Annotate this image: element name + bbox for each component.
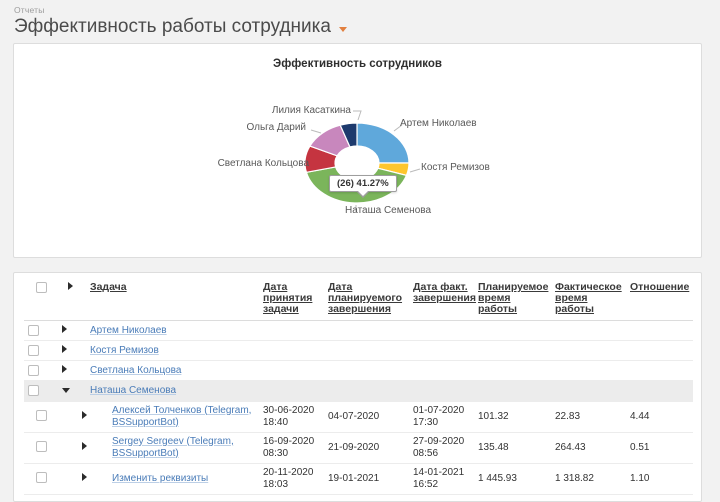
task-link[interactable]: Алексей Толченков (Telegram, BSSupportBo… xyxy=(112,405,251,428)
page-header: Отчеты Эффективность работы сотрудника xyxy=(0,0,720,44)
title-dropdown-caret-icon[interactable] xyxy=(339,27,347,32)
planned-end-date: 19-01-2021 xyxy=(328,473,405,485)
group-row-artem: Артем Николаев xyxy=(24,321,693,341)
chart-label-natasha: Наташа Семенова xyxy=(345,205,431,216)
accepted-date: 30-06-2020 xyxy=(263,405,320,417)
task-row: Sergey Sergeev (Telegram, BSSupportBot) … xyxy=(24,432,693,463)
header-task[interactable]: Задача xyxy=(86,273,259,321)
accepted-date: 16-09-2020 xyxy=(263,436,320,448)
actual-end-date: 27-09-2020 xyxy=(413,436,470,448)
planned-time-value: 1 445.93 xyxy=(474,463,551,494)
chart-title: Эффективность сотрудников xyxy=(14,58,701,70)
report-table: Задача Дата принятия задачи Дата планиру… xyxy=(24,273,693,495)
group-row-natasha-expanded: Наташа Семенова xyxy=(24,381,693,401)
row-checkbox[interactable] xyxy=(28,385,39,396)
employee-link[interactable]: Наташа Семенова xyxy=(90,385,176,396)
donut-chart[interactable] xyxy=(14,44,703,259)
header-actual-end-date[interactable]: Дата факт. завершения xyxy=(409,273,474,321)
row-checkbox[interactable] xyxy=(36,472,47,483)
planned-time-value: 135.48 xyxy=(474,432,551,463)
chart-label-svetlana: Светлана Кольцова xyxy=(218,158,309,169)
actual-time-value: 22.83 xyxy=(551,401,626,432)
actual-end-time: 16:52 xyxy=(413,479,470,491)
ratio-value: 1.10 xyxy=(626,463,693,494)
select-all-checkbox[interactable] xyxy=(36,282,47,293)
table-header-row: Задача Дата принятия задачи Дата планиру… xyxy=(24,273,693,321)
expand-arrow-icon[interactable] xyxy=(82,473,87,481)
header-accepted-date[interactable]: Дата принятия задачи xyxy=(259,273,324,321)
ratio-value: 0.51 xyxy=(626,432,693,463)
page-title: Эффективность работы сотрудника xyxy=(14,16,331,38)
expand-arrow-icon[interactable] xyxy=(62,325,67,333)
header-planned-time[interactable]: Планируемое время работы xyxy=(474,273,551,321)
accepted-time: 18:03 xyxy=(263,479,320,491)
group-row-kostya: Костя Ремизов xyxy=(24,341,693,361)
actual-end-date: 01-07-2020 xyxy=(413,405,470,417)
expand-arrow-icon[interactable] xyxy=(62,365,67,373)
employee-link[interactable]: Артем Николаев xyxy=(90,325,167,336)
accepted-time: 08:30 xyxy=(263,448,320,460)
task-row: Алексей Толченков (Telegram, BSSupportBo… xyxy=(24,401,693,432)
chart-tooltip: (26) 41.27% xyxy=(329,175,397,192)
expand-all-arrow-icon[interactable] xyxy=(68,282,73,290)
ratio-value: 4.44 xyxy=(626,401,693,432)
chart-label-kostya: Костя Ремизов xyxy=(421,162,490,173)
row-checkbox[interactable] xyxy=(36,410,47,421)
collapse-arrow-icon[interactable] xyxy=(62,388,70,393)
row-checkbox[interactable] xyxy=(28,345,39,356)
employee-link[interactable]: Светлана Кольцова xyxy=(90,365,181,376)
donut-segment-0[interactable] xyxy=(357,123,409,163)
task-link[interactable]: Sergey Sergeev (Telegram, BSSupportBot) xyxy=(112,436,234,459)
row-checkbox[interactable] xyxy=(28,325,39,336)
expand-arrow-icon[interactable] xyxy=(62,345,67,353)
actual-time-value: 264.43 xyxy=(551,432,626,463)
chart-label-artem: Артем Николаев xyxy=(400,118,477,129)
actual-time-value: 1 318.82 xyxy=(551,463,626,494)
planned-end-date: 21-09-2020 xyxy=(328,442,405,454)
planned-time-value: 101.32 xyxy=(474,401,551,432)
row-checkbox[interactable] xyxy=(36,441,47,452)
task-row: Изменить реквизиты 20-11-2020 18:03 19-0… xyxy=(24,463,693,494)
group-row-svetlana: Светлана Кольцова xyxy=(24,361,693,381)
actual-end-date: 14-01-2021 xyxy=(413,467,470,479)
breadcrumb: Отчеты xyxy=(14,5,706,15)
actual-end-time: 17:30 xyxy=(413,417,470,429)
chart-label-olga: Ольга Дарий xyxy=(246,122,306,133)
row-checkbox[interactable] xyxy=(28,365,39,376)
expand-arrow-icon[interactable] xyxy=(82,411,87,419)
chart-label-liliya: Лилия Касаткина xyxy=(272,105,351,116)
report-table-panel: Задача Дата принятия задачи Дата планиру… xyxy=(13,272,702,502)
task-link[interactable]: Изменить реквизиты xyxy=(112,473,208,484)
header-ratio[interactable]: Отношение xyxy=(626,273,693,321)
planned-end-date: 04-07-2020 xyxy=(328,411,405,423)
accepted-date: 20-11-2020 xyxy=(263,467,320,479)
accepted-time: 18:40 xyxy=(263,417,320,429)
chart-panel: Эффективность сотрудников Артем Николаев… xyxy=(13,43,702,258)
header-actual-time[interactable]: Фактическое время работы xyxy=(551,273,626,321)
expand-arrow-icon[interactable] xyxy=(82,442,87,450)
actual-end-time: 08:56 xyxy=(413,448,470,460)
employee-link[interactable]: Костя Ремизов xyxy=(90,345,159,356)
header-planned-end-date[interactable]: Дата планируемого завершения xyxy=(324,273,409,321)
